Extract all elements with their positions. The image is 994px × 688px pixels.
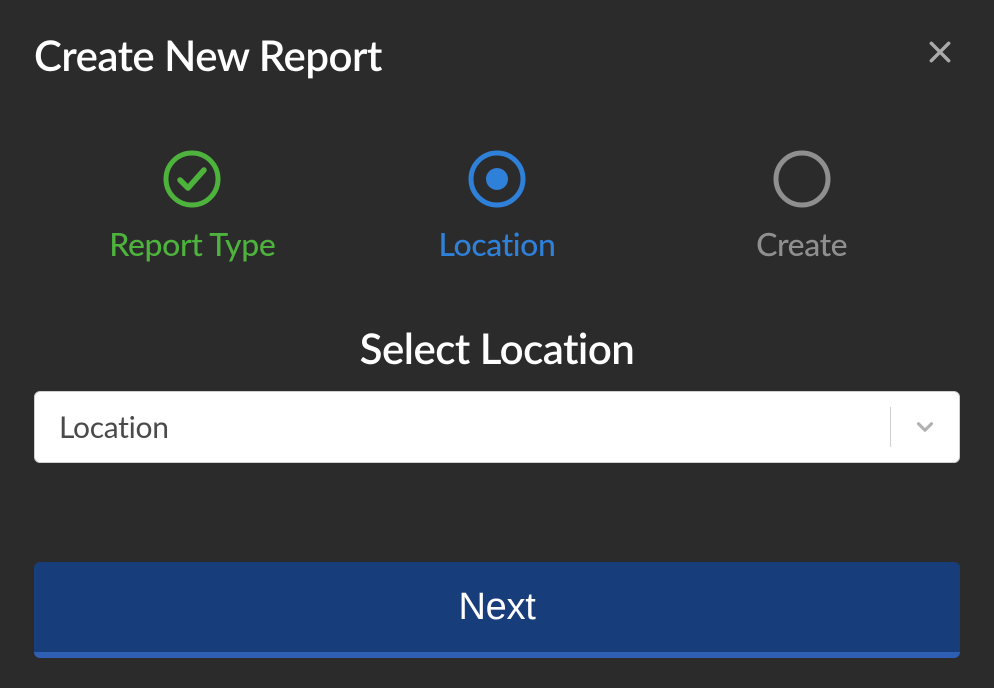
modal-title: Create New Report bbox=[34, 30, 382, 80]
checkmark-circle-icon bbox=[163, 150, 221, 208]
step-circle-completed bbox=[163, 150, 221, 208]
step-create[interactable]: Create bbox=[649, 150, 954, 263]
step-location[interactable]: Location bbox=[345, 150, 650, 263]
step-circle-active bbox=[468, 150, 526, 208]
modal-header: Create New Report bbox=[0, 0, 994, 80]
chevron-down-icon bbox=[891, 414, 959, 440]
close-button[interactable] bbox=[920, 32, 960, 72]
step-circle-pending bbox=[773, 150, 831, 208]
location-select-placeholder: Location bbox=[35, 409, 890, 445]
create-report-modal: Create New Report Report Type bbox=[0, 0, 994, 688]
step-label: Create bbox=[756, 224, 847, 263]
radio-active-icon bbox=[468, 150, 526, 208]
step-label: Report Type bbox=[109, 224, 275, 263]
section-title: Select Location bbox=[0, 323, 994, 373]
location-select[interactable]: Location bbox=[34, 391, 960, 463]
modal-footer: Next bbox=[0, 562, 994, 688]
wizard-stepper: Report Type Location Create bbox=[0, 150, 994, 263]
location-select-wrap: Location bbox=[0, 391, 994, 463]
step-label: Location bbox=[439, 224, 556, 263]
circle-outline-icon bbox=[773, 150, 831, 208]
close-icon bbox=[927, 39, 953, 65]
next-button[interactable]: Next bbox=[34, 562, 960, 658]
step-report-type[interactable]: Report Type bbox=[40, 150, 345, 263]
